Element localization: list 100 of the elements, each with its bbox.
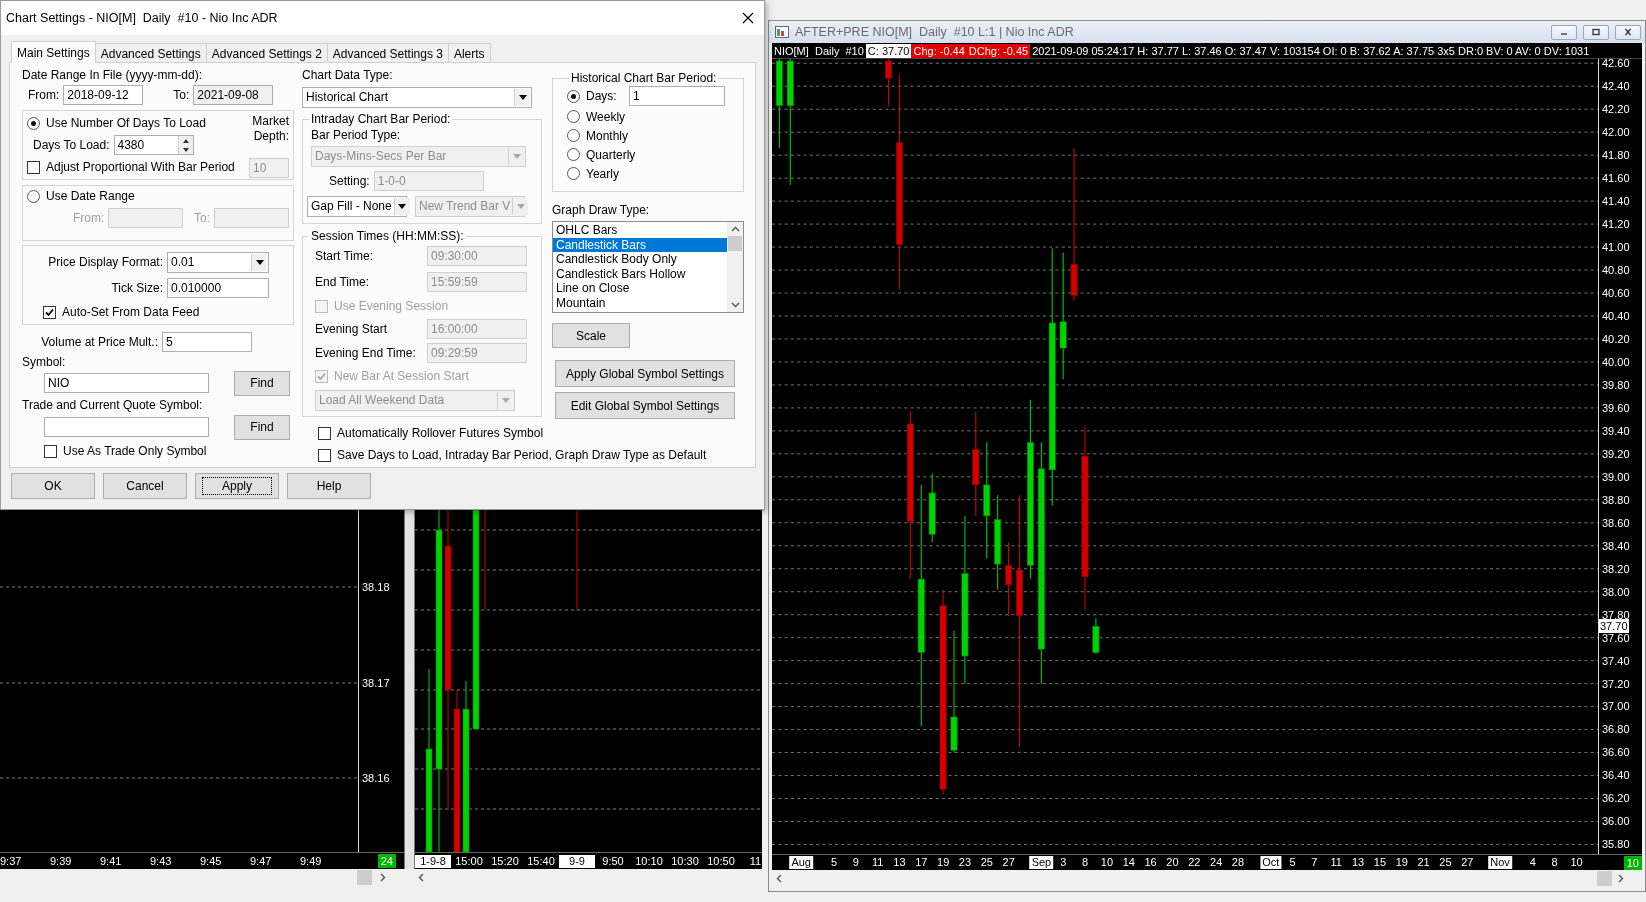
dropdown[interactable]: Gap Fill - None	[307, 195, 407, 217]
checkbox[interactable]	[27, 160, 40, 174]
checkbox-label[interactable]: Auto-Set From Data Feed	[62, 305, 200, 319]
bar-count: 24	[377, 854, 396, 868]
apply-settings-button[interactable]: Apply Global Symbol Settings	[555, 360, 735, 387]
date-label: 24	[1209, 856, 1224, 869]
radio-label[interactable]: Monthly	[586, 128, 629, 143]
close-button[interactable]	[1615, 24, 1641, 40]
cancel-button[interactable]: Cancel	[103, 473, 187, 499]
dropdown-arrow-button[interactable]	[393, 197, 410, 215]
price-label: 41.20	[1602, 217, 1630, 232]
last-price: C: 37.70	[865, 43, 912, 58]
field-label: From:	[73, 211, 105, 225]
text-field[interactable]	[214, 208, 289, 228]
dropdown-arrow-button[interactable]	[514, 88, 530, 106]
date-label: 16	[1143, 856, 1158, 869]
time-label: 10:50	[706, 854, 736, 868]
tab[interactable]: Alerts	[447, 43, 491, 62]
checkbox-label[interactable]: Use As Trade Only Symbol	[63, 444, 207, 458]
date-label: 14	[1121, 856, 1136, 869]
spin-field[interactable]: 4380	[113, 135, 194, 155]
dropdown[interactable]: Historical Chart	[302, 86, 532, 108]
close-icon[interactable]	[742, 12, 754, 24]
find-button[interactable]: Find	[234, 370, 290, 396]
section-label: Date Range In File (yyyy-mm-dd):	[22, 68, 203, 82]
date-label: 9	[851, 856, 860, 869]
spin-down-button[interactable]	[178, 145, 193, 154]
price-label: 42.00	[1602, 125, 1630, 140]
text-field[interactable]: 2021-09-08	[193, 85, 274, 105]
date-label: 22	[1187, 856, 1202, 869]
checkbox[interactable]	[318, 426, 331, 440]
scrollbar[interactable]	[772, 870, 1642, 887]
price-label: 41.60	[1602, 171, 1630, 186]
scroll-left-icon[interactable]	[776, 874, 782, 883]
date-label: 10	[1569, 856, 1584, 869]
radio-button[interactable]	[567, 167, 580, 180]
tab[interactable]: Advanced Settings 2	[205, 43, 328, 62]
scrollbar-thumb[interactable]	[728, 236, 742, 251]
apply-button[interactable]: Apply	[195, 473, 279, 499]
radio-label[interactable]: Yearly	[586, 166, 619, 181]
date-label: 11	[870, 856, 885, 869]
scroll-left-icon[interactable]	[418, 873, 424, 882]
price-label: 39.20	[1602, 446, 1630, 461]
list-item[interactable]: Mountain	[553, 295, 727, 310]
checkbox-label[interactable]: Save Days to Load, Intraday Bar Period, Graph Draw Type as Default	[337, 448, 707, 462]
scroll-right-icon[interactable]	[1618, 874, 1624, 883]
price-label: 40.60	[1602, 285, 1630, 300]
text-field[interactable]	[44, 417, 209, 437]
text-field[interactable]: 1	[629, 86, 725, 106]
ok-button[interactable]: OK	[11, 473, 95, 499]
help-button[interactable]: Help	[287, 473, 371, 499]
spin-up-button[interactable]	[178, 136, 193, 145]
minimize-button[interactable]	[1551, 24, 1577, 40]
field-label: Graph Draw Type:	[552, 203, 650, 217]
field-label: End Time:	[315, 275, 370, 289]
price-label: 42.20	[1602, 102, 1630, 117]
scroll-right-icon[interactable]	[380, 873, 386, 882]
price-label: 37.20	[1602, 676, 1630, 691]
dropdown-arrow-button[interactable]	[251, 253, 267, 271]
find-button[interactable]: Find	[234, 414, 290, 440]
list-item[interactable]: Candlestick Body Only	[553, 252, 727, 267]
radio-button[interactable]	[27, 116, 40, 130]
list-item[interactable]: OHLC Bars	[553, 223, 727, 238]
radio-label[interactable]: Days:	[586, 89, 617, 103]
scale-button[interactable]: Scale	[552, 323, 630, 348]
checkbox[interactable]	[44, 444, 57, 458]
tab[interactable]: Main Settings	[11, 41, 96, 63]
radio-label[interactable]: Quarterly	[586, 147, 636, 162]
scroll-down-icon[interactable]	[730, 302, 740, 308]
scrollbar[interactable]	[727, 222, 743, 312]
list-item[interactable]: Candlestick Bars	[553, 237, 727, 252]
checkbox[interactable]	[43, 305, 56, 319]
date-label: 7	[1310, 856, 1319, 869]
tab[interactable]: Advanced Settings 3	[326, 43, 449, 62]
checkbox-label[interactable]: Adjust Proportional With Bar Period	[46, 160, 235, 174]
text-field[interactable]: 2018-09-12	[63, 85, 144, 105]
scrollbar-thumb[interactable]	[1597, 871, 1612, 886]
scroll-up-icon[interactable]	[730, 226, 740, 232]
price-label: 37.40	[1602, 653, 1630, 668]
radio-button[interactable]	[567, 89, 580, 103]
date-label: 3	[1059, 856, 1068, 869]
checkbox[interactable]	[318, 448, 331, 462]
tab[interactable]: Advanced Settings	[94, 43, 207, 62]
list-item[interactable]: Line on Close	[553, 281, 727, 296]
radio-button[interactable]	[567, 148, 580, 161]
list-item[interactable]: Candlestick Bars Hollow	[553, 266, 727, 281]
text-field[interactable]: 0.010000	[167, 278, 269, 298]
edit-settings-button[interactable]: Edit Global Symbol Settings	[555, 392, 735, 419]
text-field[interactable]: 5	[162, 332, 252, 352]
maximize-button[interactable]	[1583, 24, 1609, 40]
text-field[interactable]: NIO	[44, 373, 209, 393]
listbox[interactable]: OHLC Bars Candlestick Bars Candlestick Body Only Candlestick Bars Hollow Line on Close Mountain	[552, 221, 744, 313]
time-label: 9:43	[150, 854, 173, 868]
dropdown[interactable]: 0.01	[167, 251, 269, 273]
radio-button[interactable]	[567, 129, 580, 142]
radio-button[interactable]	[567, 110, 580, 123]
checkbox-label[interactable]: Automatically Rollover Futures Symbol	[337, 426, 544, 440]
radio-label[interactable]: Use Number Of Days To Load	[46, 116, 206, 130]
radio-label[interactable]: Weekly	[586, 109, 626, 124]
scrollbar-thumb[interactable]	[357, 870, 372, 885]
